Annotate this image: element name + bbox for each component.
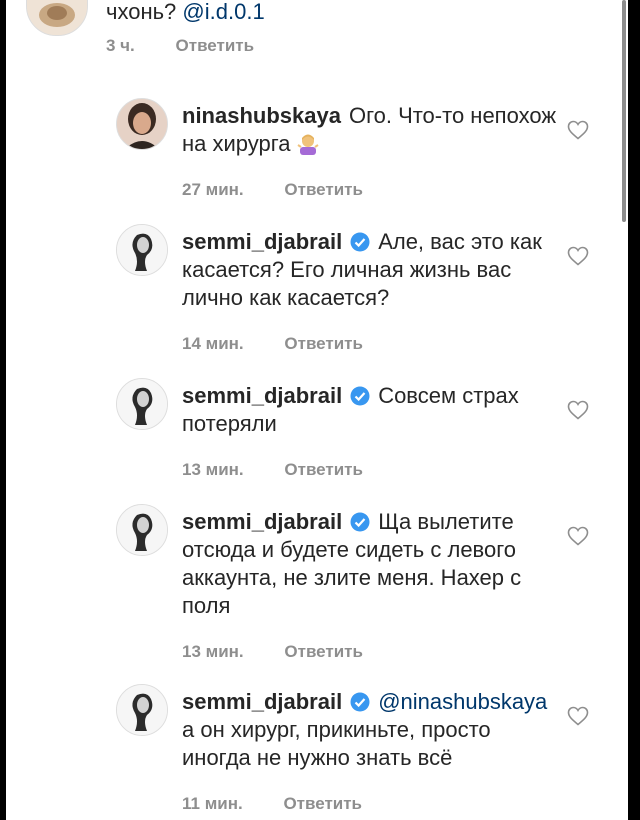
comment-text: semmi_djabrail Совсем страх потеряли: [182, 383, 519, 436]
reply-button[interactable]: Ответить: [284, 642, 363, 661]
avatar[interactable]: [116, 224, 168, 276]
scrollbar[interactable]: [622, 0, 626, 222]
reply-button[interactable]: Ответить: [283, 794, 362, 813]
comment-text: semmi_djabrail Ща вылетите отсюда и будет…: [182, 509, 522, 618]
heart-icon[interactable]: [566, 704, 590, 728]
comments-screen: чхонь? @i.d.0.1 3 ч. Ответить ninashubsk…: [6, 0, 628, 820]
username-link[interactable]: ninashubskaya: [182, 103, 341, 128]
heart-icon[interactable]: [566, 524, 590, 548]
comment-time: 14 мин.: [182, 334, 244, 353]
avatar[interactable]: [26, 0, 88, 36]
username-link[interactable]: semmi_djabrail: [182, 689, 342, 714]
heart-icon[interactable]: [566, 398, 590, 422]
verified-badge-icon: [350, 692, 370, 712]
reply-button[interactable]: Ответить: [284, 460, 363, 479]
avatar[interactable]: [116, 684, 168, 736]
person-shrugging-emoji: [297, 133, 319, 155]
comment-time: 3 ч.: [106, 36, 135, 55]
username-link[interactable]: semmi_djabrail: [182, 509, 342, 534]
verified-badge-icon: [350, 232, 370, 252]
mention-link[interactable]: @i.d.0.1: [182, 0, 264, 24]
reply-button[interactable]: Ответить: [176, 36, 255, 55]
comment-text: чхонь? @i.d.0.1: [106, 0, 265, 24]
comment-time: 27 мин.: [182, 180, 244, 199]
username-link[interactable]: semmi_djabrail: [182, 383, 342, 408]
comment-text: semmi_djabrail @ninashubskaya а он хирург…: [182, 689, 548, 770]
comment-time: 13 мин.: [182, 642, 244, 661]
comment-time: 11 мин.: [182, 794, 243, 813]
mention-link[interactable]: @ninashubskaya: [378, 689, 547, 714]
verified-badge-icon: [350, 386, 370, 406]
verified-badge-icon: [350, 512, 370, 532]
reply-button[interactable]: Ответить: [284, 334, 363, 353]
comment-text: ninashubskaya Ого. Что-то непохож на хиру…: [182, 103, 557, 156]
comment-text: semmi_djabrail Але, вас это как касается?…: [182, 229, 542, 310]
username-link[interactable]: semmi_djabrail: [182, 229, 342, 254]
reply-button[interactable]: Ответить: [284, 180, 363, 199]
comment-time: 13 мин.: [182, 460, 244, 479]
avatar[interactable]: [116, 378, 168, 430]
heart-icon[interactable]: [566, 244, 590, 268]
avatar[interactable]: [116, 98, 168, 150]
heart-icon[interactable]: [566, 118, 590, 142]
avatar[interactable]: [116, 504, 168, 556]
